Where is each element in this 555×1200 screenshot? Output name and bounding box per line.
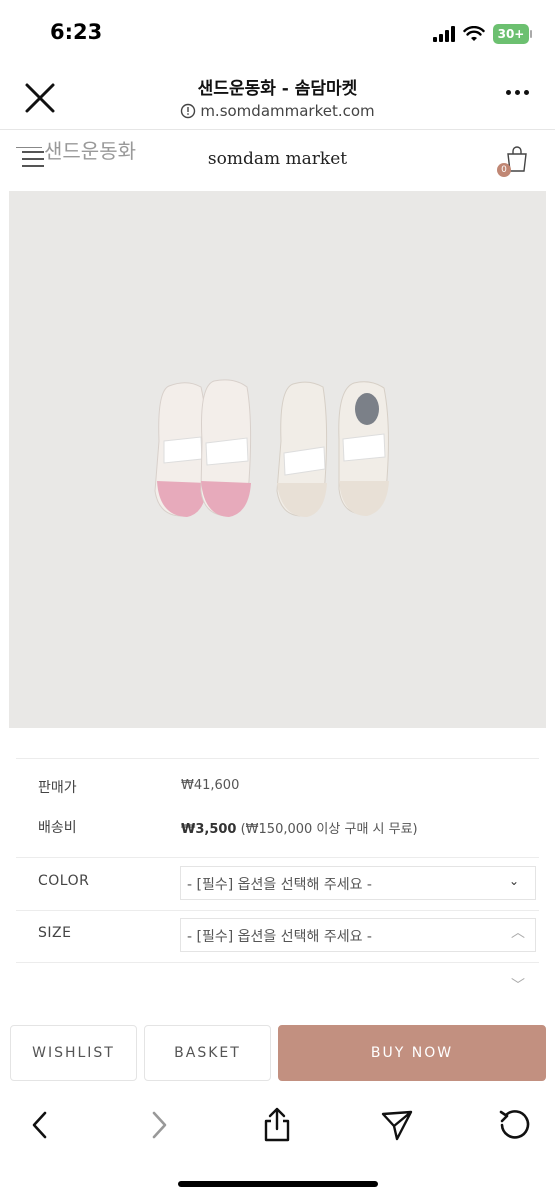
- cart-count-badge: 0: [497, 163, 511, 177]
- browser-toolbar: [0, 1095, 555, 1165]
- shipping-note: (₩150,000 이상 구매 시 무료): [240, 822, 418, 837]
- buy-now-button[interactable]: BUY NOW: [278, 1025, 546, 1081]
- site-logo[interactable]: somdam market: [0, 149, 555, 169]
- price-label: 판매가: [38, 780, 77, 796]
- status-bar: 6:23 30+: [0, 0, 555, 62]
- back-button[interactable]: [20, 1105, 60, 1145]
- color-select-value: - [필수] 옵션을 선택해 주세요 -: [187, 877, 372, 893]
- color-label: COLOR: [38, 873, 90, 889]
- signal-icon: [433, 26, 455, 42]
- color-select[interactable]: - [필수] 옵션을 선택해 주세요 - ⌄: [180, 866, 536, 900]
- size-select[interactable]: - [필수] 옵션을 선택해 주세요 -: [180, 918, 536, 952]
- divider: [16, 962, 539, 963]
- wifi-icon: [463, 26, 485, 41]
- basket-button[interactable]: BASKET: [144, 1025, 271, 1081]
- divider: [16, 910, 539, 911]
- reload-icon: [499, 1110, 530, 1139]
- battery-icon: 30+: [493, 24, 532, 44]
- divider: [16, 857, 539, 858]
- scroll-up-icon[interactable]: ︿: [506, 922, 530, 942]
- ghost-line: [16, 147, 42, 148]
- size-select-value: - [필수] 옵션을 선택해 주세요 -: [187, 929, 372, 945]
- product-image[interactable]: [9, 191, 546, 728]
- chevron-right-icon: [152, 1111, 167, 1139]
- url-bar[interactable]: m.somdammarket.com: [0, 102, 555, 120]
- divider: [16, 758, 539, 759]
- chevron-down-icon: ⌄: [508, 874, 519, 888]
- shipping-label: 배송비: [38, 820, 77, 836]
- cart-button[interactable]: 0: [497, 145, 529, 177]
- forward-button[interactable]: [139, 1105, 179, 1145]
- shipping-value: ₩3,500: [181, 822, 237, 837]
- url-text: m.somdammarket.com: [200, 102, 375, 120]
- size-label: SIZE: [38, 925, 72, 941]
- status-time: 6:23: [50, 20, 103, 44]
- share-icon: [264, 1107, 290, 1142]
- site-header: 샌드운동화 somdam market 0: [0, 131, 555, 189]
- status-icons: 30+: [433, 24, 532, 44]
- wishlist-button[interactable]: WISHLIST: [10, 1025, 137, 1081]
- home-indicator: [178, 1181, 378, 1187]
- price-value: ₩41,600: [181, 778, 240, 793]
- more-options-button[interactable]: [506, 90, 529, 95]
- chevron-left-icon: [32, 1111, 47, 1139]
- reload-button[interactable]: [495, 1105, 535, 1145]
- more-icon: [506, 90, 511, 95]
- share-button[interactable]: [257, 1105, 297, 1145]
- shipping-value-row: ₩3,500 (₩150,000 이상 구매 시 무료): [181, 818, 418, 837]
- info-icon: [181, 103, 196, 119]
- browser-header: 샌드운동화 - 솜담마켓 m.somdammarket.com: [0, 62, 555, 130]
- page-title: 샌드운동화 - 솜담마켓: [197, 79, 358, 99]
- scroll-down-icon[interactable]: ﹀: [506, 975, 530, 995]
- send-button[interactable]: [377, 1105, 417, 1145]
- paper-plane-icon: [381, 1110, 413, 1141]
- sneakers-photo-icon: [154, 379, 389, 517]
